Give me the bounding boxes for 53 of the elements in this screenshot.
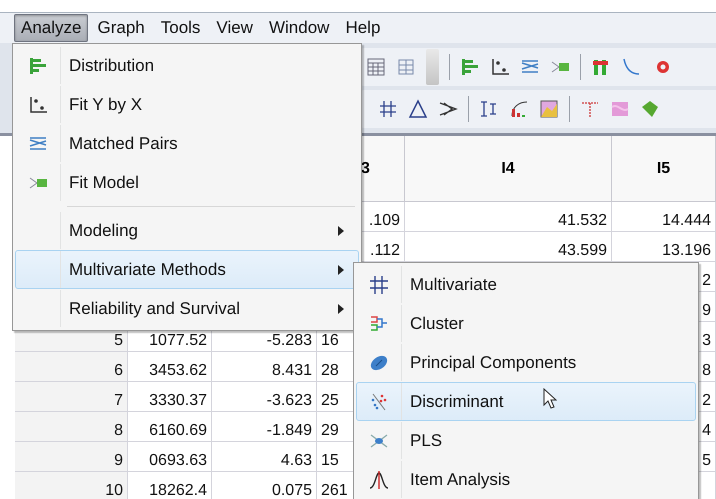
row-number: 10 [15,472,128,499]
triangle-icon [408,99,428,119]
error-bars-icon [479,99,499,119]
surface-icon [640,99,660,119]
caret-icon [338,264,344,274]
chart-icon [591,57,611,77]
row-number: 7 [15,382,128,412]
table-cell: -3.623 [212,382,317,412]
growth-icon [509,99,529,119]
dendrogram-icon [369,314,389,334]
grid-icon [369,274,389,294]
menu-bar-item[interactable]: Graph [90,14,152,42]
row-number: 6 [15,352,128,382]
menu-item[interactable]: Distribution [15,46,359,85]
axes-icon [28,94,48,114]
menu-bar-item[interactable]: Analyze [14,14,88,42]
dotted-grid-icon [378,99,398,119]
table-cell: 14.444 [612,202,716,232]
caret-icon [338,304,344,314]
curve-icon [369,470,389,490]
toolbar-grip[interactable] [426,49,439,85]
menu-bar-item[interactable]: Help [338,14,388,42]
bars-icon [460,57,480,77]
table-cell: 41.532 [405,202,612,232]
table-cell: 8.431 [212,352,317,382]
menu-item[interactable]: Discriminant [356,382,696,421]
row-number: 9 [15,442,128,472]
bars-icon [28,56,48,76]
axes-icon [490,57,510,77]
table-cell: -1.849 [212,412,317,442]
table-cell: 6160.69 [128,412,212,442]
menu-bar-item[interactable]: View [209,14,260,42]
table-cell: 13.196 [612,232,716,262]
caret-icon [338,226,344,236]
area-icon [539,99,559,119]
menu-item[interactable]: Multivariate Methods [15,250,359,289]
menu-item[interactable]: Fit Y by X [15,85,359,124]
table-cell: 3330.37 [128,382,212,412]
row-number: 8 [15,412,128,442]
column-header: I4 [405,136,612,202]
scatter-icon [369,392,389,412]
cursor-icon [543,388,557,410]
contour-icon [610,99,630,119]
menu-bar-item[interactable]: Tools [154,14,208,42]
menu-bar-item[interactable]: Window [262,14,336,42]
table-cell: 0693.63 [128,442,212,472]
table-icon [366,57,386,77]
table-cell: 43.599 [405,232,612,262]
column-header: I5 [612,136,716,202]
curve-icon [621,57,641,77]
table-cell: 4.63 [212,442,317,472]
grid-icon [396,57,416,77]
table-cell: 3453.62 [128,352,212,382]
